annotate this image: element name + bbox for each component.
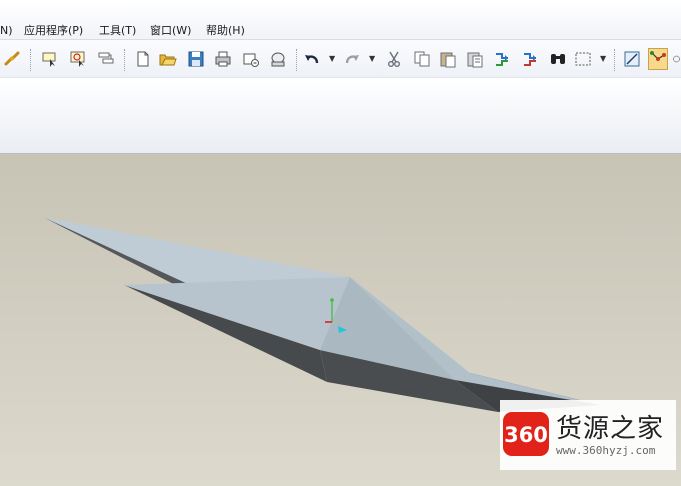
- axis-y-tip: [330, 298, 334, 302]
- send-icon[interactable]: [241, 48, 261, 70]
- watermark-url: www.360hyzj.com: [556, 444, 656, 457]
- layer-icon[interactable]: [96, 48, 116, 70]
- toolbar-separator: [614, 49, 615, 71]
- menu-item-applications[interactable]: 应用程序(P): [24, 24, 83, 38]
- toolbar-separator: [124, 49, 125, 71]
- find-icon[interactable]: [548, 48, 568, 70]
- menu-item-help[interactable]: 帮助(H): [206, 24, 245, 38]
- menu-item-tools[interactable]: 工具(T): [99, 24, 136, 38]
- undo-dropdown-icon[interactable]: ▼: [329, 54, 335, 63]
- edit-select-icon[interactable]: [68, 48, 88, 70]
- redo-icon[interactable]: [342, 48, 362, 70]
- logo-360: 360: [503, 412, 549, 456]
- watermark-title: 货源之家: [556, 414, 665, 444]
- selection-box-icon[interactable]: [573, 48, 593, 70]
- menu-item-partial[interactable]: N): [0, 24, 13, 38]
- copy-icon[interactable]: [412, 48, 432, 70]
- paste-icon[interactable]: [438, 48, 458, 70]
- model-face-back-top: [43, 217, 350, 285]
- toolbar: ▼ ▼ ▼: [0, 40, 681, 78]
- watermark: 360 货源之家 www.360hyzj.com: [500, 400, 676, 470]
- save-icon[interactable]: [186, 48, 206, 70]
- logo-text: 360: [504, 423, 548, 447]
- open-file-icon[interactable]: [158, 48, 178, 70]
- selection-dropdown-icon[interactable]: ▼: [600, 54, 606, 63]
- menu-item-window[interactable]: 窗口(W): [150, 24, 191, 38]
- new-file-icon[interactable]: [133, 48, 153, 70]
- datum-icon[interactable]: [648, 48, 668, 70]
- regenerate-icon[interactable]: [492, 48, 512, 70]
- menu-bar: N) 应用程序(P) 工具(T) 窗口(W) 帮助(H): [0, 0, 681, 40]
- paste-special-icon[interactable]: [465, 48, 485, 70]
- print-icon[interactable]: [213, 48, 233, 70]
- link-icon[interactable]: [2, 48, 22, 70]
- mail-icon[interactable]: [268, 48, 288, 70]
- select-filter-icon[interactable]: [40, 48, 60, 70]
- regenerate-manager-icon[interactable]: [520, 48, 540, 70]
- ribbon-area: [0, 78, 681, 154]
- cut-icon[interactable]: [384, 48, 404, 70]
- toolbar-separator: [30, 49, 31, 71]
- undo-icon[interactable]: [302, 48, 322, 70]
- toolbar-separator: [296, 49, 297, 71]
- more-tools-icon[interactable]: [672, 48, 681, 70]
- sketch-icon[interactable]: [622, 48, 642, 70]
- redo-dropdown-icon[interactable]: ▼: [369, 54, 375, 63]
- model-face-front-top: [124, 277, 350, 350]
